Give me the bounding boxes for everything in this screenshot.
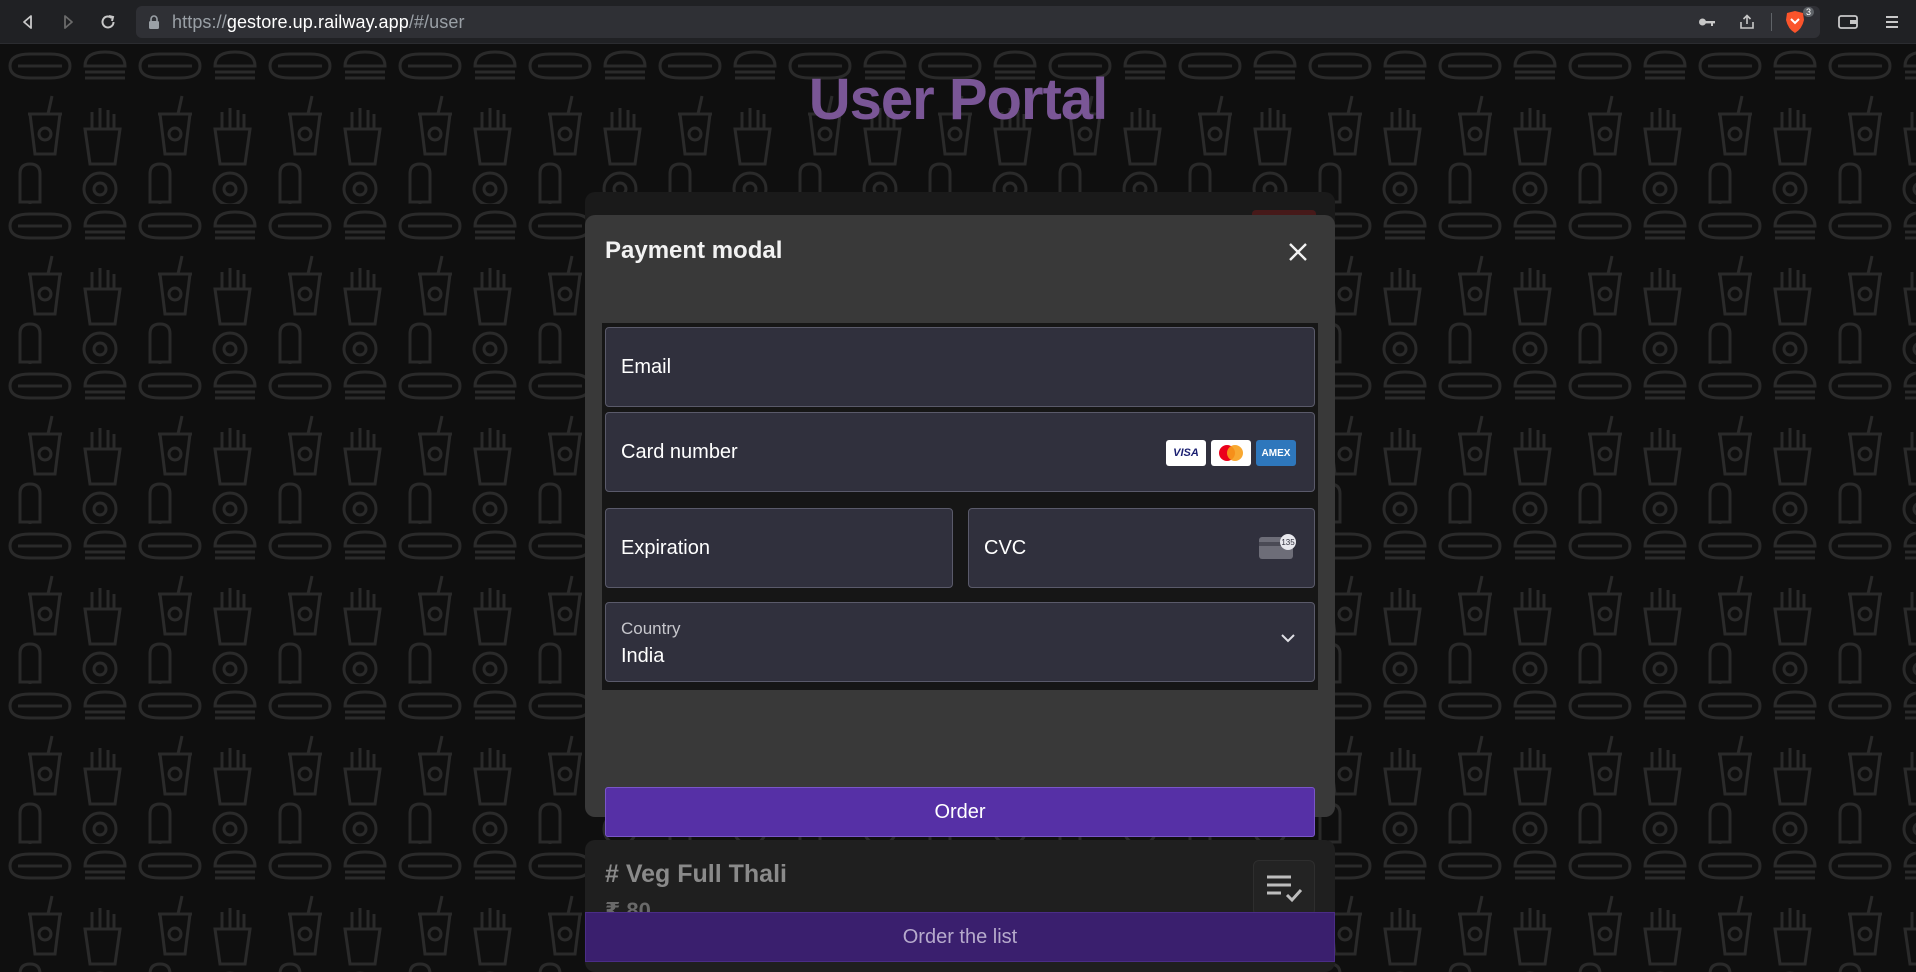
page-title: User Portal [808,67,1108,132]
divider [1771,13,1772,31]
card-number-field[interactable]: Card number VISA AMEX [605,412,1315,492]
url-path: /#/user [408,11,465,32]
card-number-label: Card number [621,441,738,463]
reload-icon[interactable] [88,0,128,44]
page: User Portal # Veg Full Thali ₹ 80 Order … [0,44,1916,972]
item-title: # Veg Full Thali [605,860,787,888]
card-payment-form: Email Card number VISA AMEX Expiration C… [602,323,1318,690]
url-host: gestore.up.railway.app [226,11,409,32]
menu-icon[interactable] [1872,0,1912,44]
url-text: https://gestore.up.railway.app/#/user [172,12,465,33]
browser-toolbar: https://gestore.up.railway.app/#/user 3 [0,0,1916,44]
order-button[interactable]: Order [605,787,1315,837]
payment-modal: Payment modal Email Card number VISA AME… [585,215,1335,837]
amex-icon: AMEX [1256,440,1296,466]
cvc-label: CVC [984,537,1027,559]
expiration-label: Expiration [621,537,710,559]
email-label: Email [621,356,672,378]
card-brands: VISA AMEX [1166,440,1296,466]
back-icon[interactable] [8,0,48,44]
add-to-list-button[interactable] [1253,860,1315,916]
chevron-down-icon [1281,634,1295,643]
country-label: Country [621,619,681,638]
url-scheme: https:// [172,11,227,32]
country-select[interactable]: Country India [605,602,1315,682]
cvc-icon-text: 135 [1281,538,1295,547]
mastercard-icon [1211,440,1251,466]
brave-shields-icon[interactable]: 3 [1780,6,1814,38]
shields-badge: 3 [1802,7,1814,17]
lock-icon [136,15,172,29]
forward-icon[interactable] [48,0,88,44]
cvc-card-icon: 135 [1258,533,1298,568]
close-icon[interactable] [1281,235,1315,269]
order-the-list-button[interactable]: Order the list [585,912,1335,962]
country-value: India [621,645,665,667]
email-field[interactable]: Email [605,327,1315,407]
wallet-icon[interactable] [1828,0,1868,44]
key-icon[interactable] [1691,6,1723,38]
expiration-field[interactable]: Expiration [605,508,953,588]
address-bar[interactable]: https://gestore.up.railway.app/#/user 3 [136,6,1820,38]
modal-title: Payment modal [605,237,783,264]
cvc-field[interactable]: CVC 135 [968,508,1315,588]
share-icon[interactable] [1731,6,1763,38]
list-check-icon [1267,875,1303,903]
visa-icon: VISA [1166,440,1206,466]
